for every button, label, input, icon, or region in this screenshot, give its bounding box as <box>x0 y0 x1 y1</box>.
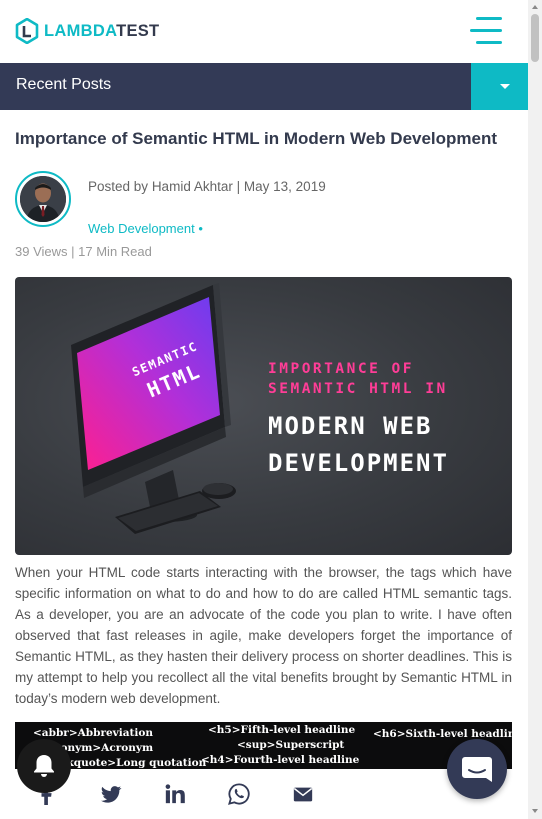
tag-h4: <h4>Fourth-level headline <box>201 754 360 766</box>
bell-icon <box>34 755 54 777</box>
read-time: 17 Min Read <box>78 244 152 259</box>
tag-abbr: <abbr>Abbreviation <box>33 727 154 739</box>
tag-h5: <h5>Fifth-level headline <box>208 724 356 736</box>
category-label[interactable]: Web Development <box>88 221 195 236</box>
twitter-icon[interactable] <box>100 783 122 805</box>
logo-mark-icon <box>15 18 39 44</box>
site-header: LAMBDATEST <box>0 0 528 63</box>
author-avatar[interactable] <box>15 171 71 227</box>
notification-bell-button[interactable] <box>17 739 71 793</box>
chat-icon <box>462 757 492 782</box>
hero-subheading: IMPORTANCE OF SEMANTIC HTML IN <box>268 359 448 399</box>
logo-text: LAMBDATEST <box>44 22 159 41</box>
scrollbar-thumb[interactable] <box>531 14 539 62</box>
recent-posts-dropdown-toggle[interactable] <box>471 63 528 110</box>
meta-separator: | <box>236 179 241 194</box>
view-count: 39 Views <box>15 244 68 259</box>
post-meta: Posted by Hamid Akhtar | May 13, 2019 <box>88 179 326 194</box>
page: LAMBDATEST Recent Posts Importance of Se… <box>0 0 528 819</box>
author-photo <box>20 176 66 222</box>
logo-text-lambda: LAMBDA <box>44 21 117 40</box>
linkedin-icon[interactable] <box>164 783 186 805</box>
scroll-up-arrow-icon[interactable] <box>532 5 538 9</box>
category-bullet: • <box>198 221 203 236</box>
hero-heading-line2: DEVELOPMENT <box>268 449 449 477</box>
recent-posts-bar[interactable]: Recent Posts <box>0 63 528 110</box>
semantic-tags-image: <abbr>Abbreviation <acronym>Acronym <blo… <box>15 722 512 769</box>
hero-heading-line1: MODERN WEB <box>268 412 433 440</box>
logo-text-test: TEST <box>116 21 160 40</box>
hero-image: SEMANTIC HTML IMPORTANCE OF SEMANTIC HTM… <box>15 277 512 555</box>
page-scrollbar[interactable] <box>528 0 542 819</box>
hero-subheading-line2: SEMANTIC HTML IN <box>268 381 448 397</box>
article-title: Importance of Semantic HTML in Modern We… <box>15 129 498 148</box>
hero-heading: MODERN WEB DEVELOPMENT <box>268 408 449 482</box>
hero-subheading-line1: IMPORTANCE OF <box>268 361 414 377</box>
whatsapp-icon[interactable] <box>228 783 250 805</box>
post-date: May 13, 2019 <box>243 179 326 194</box>
live-chat-button[interactable] <box>447 739 507 799</box>
tag-sup: <sup>Superscript <box>237 739 345 751</box>
author-name[interactable]: Hamid Akhtar <box>152 179 233 194</box>
stats-separator: | <box>71 244 75 259</box>
email-icon[interactable] <box>292 783 314 805</box>
category-link[interactable]: Web Development • <box>88 221 203 236</box>
posted-by-label: Posted by <box>88 179 149 194</box>
chevron-down-icon <box>500 84 510 89</box>
recent-posts-label: Recent Posts <box>16 76 112 93</box>
hamburger-menu-icon[interactable] <box>470 17 502 45</box>
post-stats: 39 Views | 17 Min Read <box>15 244 152 259</box>
scroll-down-arrow-icon[interactable] <box>532 809 538 813</box>
article-intro-paragraph: When your HTML code starts interacting w… <box>15 565 512 706</box>
lambdatest-logo[interactable]: LAMBDATEST <box>15 18 159 44</box>
